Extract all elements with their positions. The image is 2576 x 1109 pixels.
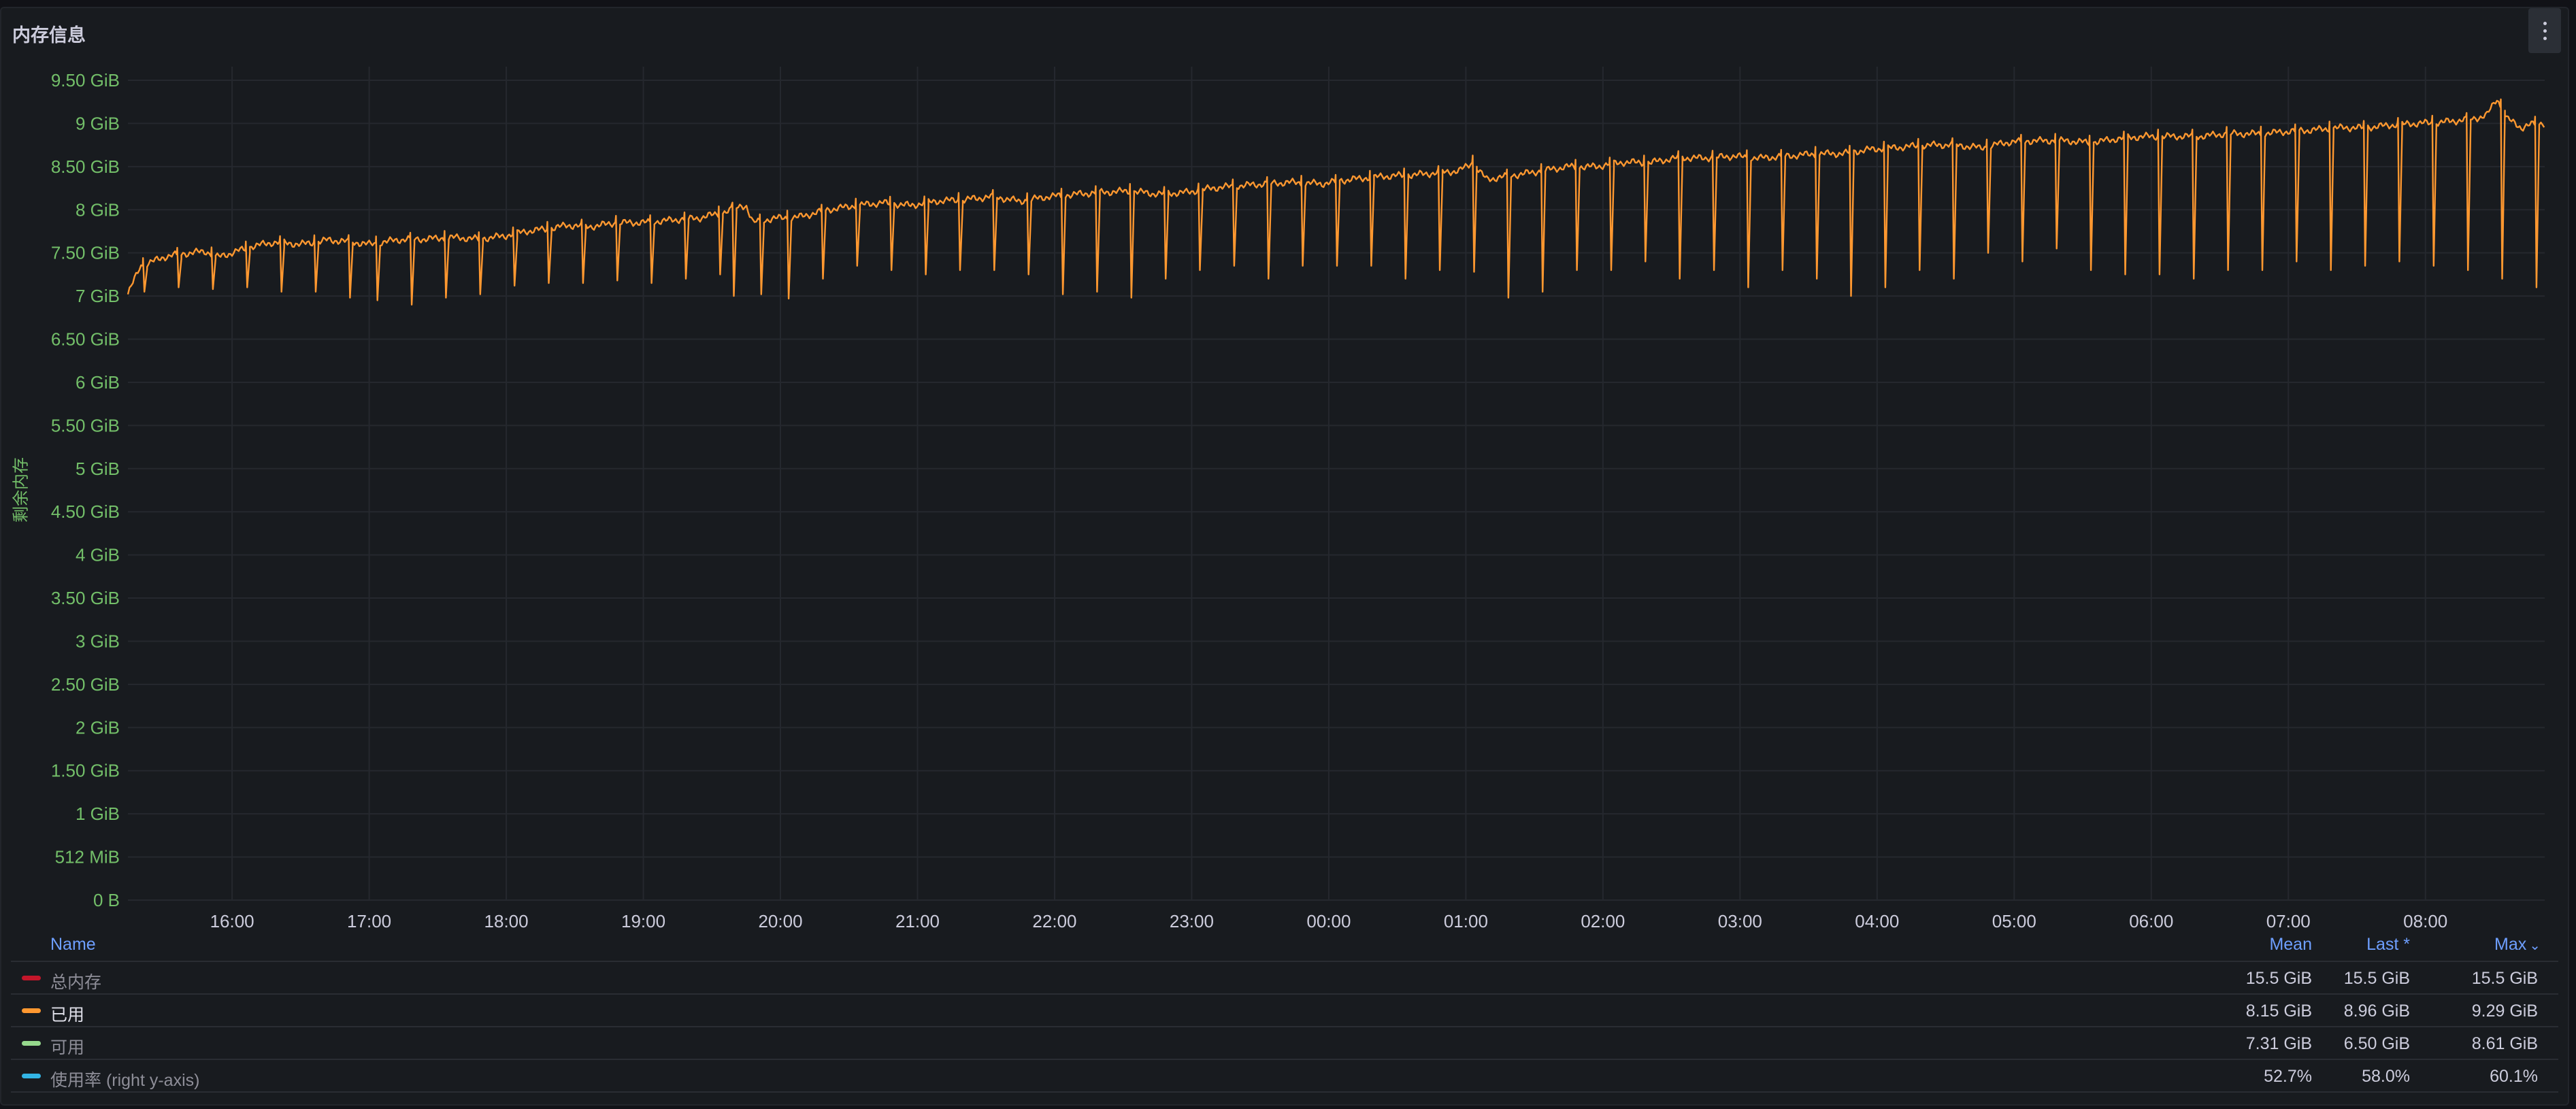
legend-value-last: 58.0%: [2362, 1067, 2410, 1086]
legend-series-name[interactable]: 总内存: [50, 969, 101, 993]
legend-value-max: 15.5 GiB: [2471, 969, 2538, 988]
legend-header-last[interactable]: Last *: [2366, 935, 2410, 955]
y-tick-label: 3.50 GiB: [51, 588, 120, 608]
y-tick-label: 4.50 GiB: [51, 501, 120, 522]
legend-row[interactable]: 已用 8.15 GiB 8.96 GiB 9.29 GiB: [11, 995, 2558, 1027]
legend-color-swatch: [22, 1008, 41, 1013]
legend-value-last: 15.5 GiB: [2343, 969, 2410, 988]
y-tick-label: 8.50 GiB: [51, 156, 120, 177]
legend-row[interactable]: 总内存 15.5 GiB 15.5 GiB 15.5 GiB: [11, 962, 2558, 995]
x-tick-label: 17:00: [347, 911, 391, 931]
x-tick-label: 07:00: [2266, 911, 2311, 931]
y-tick-label: 1.50 GiB: [51, 761, 120, 781]
x-tick-label: 04:00: [1855, 911, 1899, 931]
legend-color-swatch: [22, 1074, 41, 1078]
sort-desc-icon: ⌄: [2529, 938, 2541, 953]
legend-value-last: 8.96 GiB: [2343, 1002, 2410, 1021]
legend-rows: 总内存 15.5 GiB 15.5 GiB 15.5 GiB 已用 8.15 GiB 8.9…: [11, 962, 2558, 1093]
y-tick-label: 8 GiB: [76, 199, 120, 220]
x-tick-label: 05:00: [1992, 911, 2036, 931]
x-tick-label: 23:00: [1170, 911, 1214, 931]
y-tick-label: 0 B: [93, 890, 120, 910]
chart-series: [127, 98, 2545, 305]
legend-color-swatch: [22, 1041, 41, 1046]
x-tick-label: 21:00: [895, 911, 940, 931]
x-tick-label: 16:00: [210, 911, 254, 931]
memory-chart[interactable]: 0 B 512 MiB 1 GiB 1.50 GiB 2 GiB 2.50 GiB 3 Gi…: [0, 0, 2576, 932]
legend-value-max: 8.61 GiB: [2471, 1034, 2538, 1053]
x-tick-label: 01:00: [1444, 911, 1488, 931]
legend-row[interactable]: 可用 7.31 GiB 6.50 GiB 8.61 GiB: [11, 1027, 2558, 1060]
y-tick-label: 2.50 GiB: [51, 674, 120, 695]
x-tick-label: 02:00: [1581, 911, 1625, 931]
y-tick-label: 6.50 GiB: [51, 329, 120, 350]
y-tick-label: 512 MiB: [55, 847, 120, 867]
y-tick-label: 9.50 GiB: [51, 70, 120, 90]
y-tick-label: 1 GiB: [76, 804, 120, 824]
legend-header-mean[interactable]: Mean: [2269, 935, 2312, 955]
x-tick-label: 19:00: [621, 911, 665, 931]
y-tick-label: 6 GiB: [76, 372, 120, 393]
y-tick-label: 2 GiB: [76, 717, 120, 738]
x-tick-label: 18:00: [484, 911, 529, 931]
x-tick-label: 22:00: [1032, 911, 1076, 931]
legend-value-max: 9.29 GiB: [2471, 1002, 2538, 1021]
x-tick-label: 20:00: [758, 911, 802, 931]
x-tick-label: 03:00: [1718, 911, 1762, 931]
legend-table: Name Mean Last * Max ⌄ 总内存 15.5 GiB 15.5 Gi…: [11, 929, 2558, 1093]
y-tick-label: 7 GiB: [76, 286, 120, 306]
y-tick-label: 5.50 GiB: [51, 415, 120, 435]
legend-color-swatch: [22, 976, 41, 980]
legend-value-last: 6.50 GiB: [2343, 1034, 2410, 1053]
series-line-used[interactable]: [127, 98, 2545, 305]
legend-row[interactable]: 使用率 (right y-axis) 52.7% 58.0% 60.1%: [11, 1060, 2558, 1093]
legend-series-name[interactable]: 已用: [50, 1002, 84, 1026]
legend-header: Name Mean Last * Max ⌄: [11, 929, 2558, 962]
legend-series-name[interactable]: 使用率 (right y-axis): [50, 1067, 199, 1091]
legend-value-mean: 15.5 GiB: [2245, 969, 2312, 988]
x-tick-label: 08:00: [2403, 911, 2447, 931]
y-tick-label: 4 GiB: [76, 545, 120, 565]
y-tick-label: 5 GiB: [76, 459, 120, 479]
legend-value-mean: 52.7%: [2264, 1067, 2312, 1086]
legend-series-name[interactable]: 可用: [50, 1034, 84, 1059]
legend-value-mean: 8.15 GiB: [2245, 1002, 2312, 1021]
legend-value-max: 60.1%: [2490, 1067, 2538, 1086]
legend-header-name[interactable]: Name: [50, 935, 96, 955]
legend-header-max[interactable]: Max ⌄: [2494, 935, 2541, 955]
x-tick-label: 00:00: [1306, 911, 1351, 931]
legend-header-max-label: Max: [2494, 935, 2527, 954]
y-axis-ticks: 0 B 512 MiB 1 GiB 1.50 GiB 2 GiB 2.50 GiB 3 Gi…: [51, 70, 120, 910]
y-tick-label: 9 GiB: [76, 113, 120, 133]
legend-value-mean: 7.31 GiB: [2245, 1034, 2312, 1053]
x-tick-label: 06:00: [2129, 911, 2173, 931]
y-tick-label: 3 GiB: [76, 631, 120, 651]
y-tick-label: 7.50 GiB: [51, 243, 120, 263]
x-axis-ticks: 16:00 17:00 18:00 19:00 20:00 21:00 22:00 23:00…: [210, 911, 2448, 931]
